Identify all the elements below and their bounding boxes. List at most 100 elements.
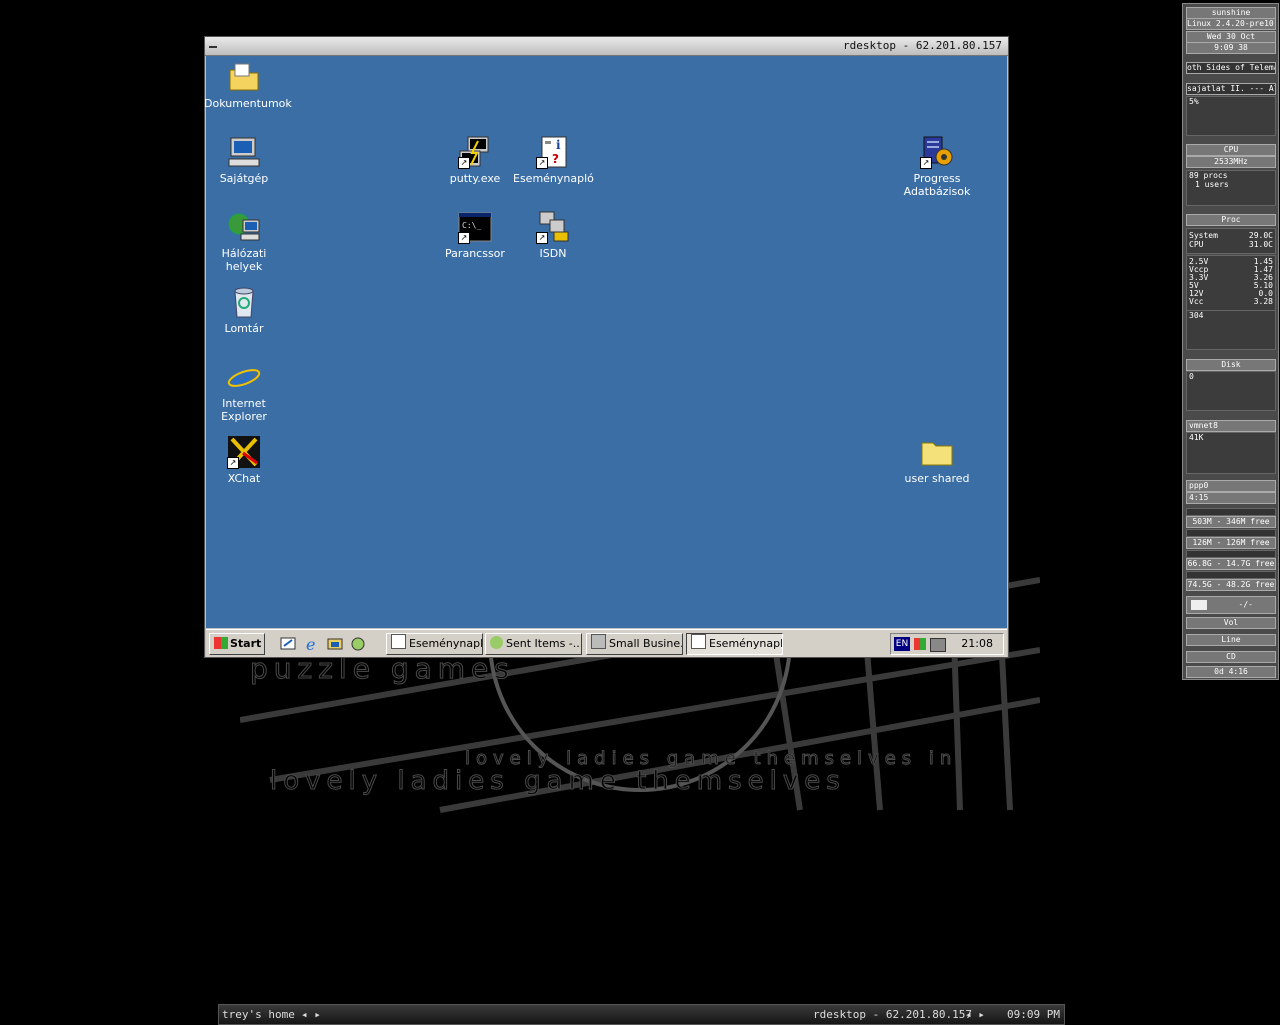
gk-vol[interactable]: Vol [1186, 617, 1276, 629]
workspace-name[interactable]: trey's home [222, 1008, 295, 1021]
gk-procs: 89 procs [1189, 171, 1228, 180]
xchat-icon: ↗ [227, 435, 261, 469]
icon-label: Internet Explorer [221, 397, 267, 423]
gk-fs1-bar [1186, 550, 1276, 558]
gk-line[interactable]: Line [1186, 634, 1276, 646]
rdesktop-window[interactable]: rdesktop - 62.201.80.157 Dokumentumok Sa… [204, 36, 1009, 658]
minimize-icon[interactable] [209, 46, 217, 48]
svg-text:?: ? [552, 152, 559, 166]
gk-volt-name: Vcc [1189, 297, 1204, 306]
desktop-icon-lomtar[interactable]: Lomtár [204, 285, 284, 335]
gk-mem2-bar [1186, 529, 1276, 537]
language-indicator[interactable]: EN [894, 637, 910, 651]
desktop-icon-sajatgep[interactable]: Sajátgép [204, 135, 284, 185]
gk-fs1: 66.8G - 14.7G free [1186, 558, 1276, 570]
gk-temp-val: 29.0C [1248, 231, 1273, 240]
gk-kernel: Linux 2.4.20-pre10-ac [1186, 18, 1276, 30]
gk-temps: System 29.0C CPU 31.0C [1186, 228, 1276, 254]
desktop-icon-progress-adatbazisok[interactable]: ↗ Progress Adatbázisok [897, 135, 977, 198]
gk-net2: ppp0 [1186, 480, 1276, 492]
remote-desktop[interactable]: Dokumentumok Sajátgép Hálózati helyek Lo… [204, 56, 1007, 628]
folder-icon [920, 435, 954, 469]
outlook-icon [490, 636, 503, 649]
workspace-arrows-icon[interactable]: ◂ ▸ [301, 1008, 321, 1021]
taskbar-task-small-business[interactable]: Small Busine... [586, 633, 683, 655]
isdn-icon: ↗ [536, 210, 570, 244]
desktop-icon-dokumentumok[interactable]: Dokumentumok [204, 60, 292, 110]
taskbar-task-esemenynaplo-1[interactable]: Eseménynapló [386, 633, 483, 655]
window-titlebar[interactable]: rdesktop - 62.201.80.157 [205, 37, 1008, 56]
shortcut-arrow-icon: ↗ [458, 232, 470, 244]
gk-disk-chart: 304 [1186, 310, 1276, 350]
gk-mail[interactable]: -/- [1186, 596, 1276, 614]
icon-label: Hálózati helyek [221, 247, 267, 273]
wallpaper-text-3: lovely ladies game themselves [270, 766, 846, 797]
small-business-quicklaunch-icon[interactable] [350, 636, 366, 652]
gk-net1: vmnet8 [1186, 420, 1276, 432]
taskbar-task-esemenynaplo-2[interactable]: Eseménynapló [686, 633, 783, 655]
icon-label: user shared [904, 472, 970, 485]
recycle-bin-icon [227, 285, 261, 319]
event-viewer-icon [391, 634, 406, 649]
network-places-icon [227, 210, 261, 244]
desktop-icon-isdn[interactable]: ↗ ISDN [513, 210, 593, 260]
documents-folder-icon [227, 60, 261, 94]
bottom-clock: 09:09 PM [1007, 1008, 1060, 1021]
window-arrows-icon[interactable]: ◂ ▸ [965, 1008, 985, 1021]
icon-label: Eseménynapló [513, 172, 594, 185]
gk-cpu-pct: 5% [1189, 97, 1199, 106]
gk-proc-label: Proc [1186, 214, 1276, 226]
gk-volt-val: 3.28 [1253, 297, 1273, 306]
icon-label: putty.exe [449, 172, 501, 185]
shortcut-arrow-icon: ↗ [458, 157, 470, 169]
gk-time: 9:09 38 [1186, 42, 1276, 54]
gk-mem1: 503M - 346M free [1186, 516, 1276, 528]
event-viewer-icon [691, 634, 706, 649]
connection-icon[interactable] [930, 638, 946, 652]
internet-explorer-quicklaunch-icon[interactable]: e [304, 635, 320, 654]
icon-label: Progress Adatbázisok [903, 172, 971, 198]
desktop-icon-user-shared[interactable]: user shared [897, 435, 977, 485]
svg-text:i: i [556, 138, 561, 152]
desktop-icon-esemenynaplo[interactable]: i? ↗ Eseménynapló [513, 135, 594, 185]
internet-explorer-icon: e [227, 360, 261, 396]
gk-disk-label: Disk [1186, 359, 1276, 371]
gkrellm-panel: sunshine Linux 2.4.20-pre10-ac Wed 30 Oc… [1182, 3, 1279, 680]
desktop-icon-halozati-helyek[interactable]: Hálózati helyek [204, 210, 284, 273]
gk-mail-count: -/- [1238, 600, 1253, 609]
outlook-quicklaunch-icon[interactable] [327, 636, 343, 652]
svg-text:e: e [233, 361, 251, 394]
gk-voltages: 2.5V 1.45 Vccp 1.47 3.3V 3.26 5V 5.10 12V 0.0… [1186, 255, 1276, 311]
network-status-icon[interactable] [914, 638, 926, 650]
progress-database-icon: ↗ [920, 135, 954, 169]
gk-uptime: 0d 4:16 [1186, 666, 1276, 678]
windows-logo-icon [214, 637, 228, 649]
desktop-icon-xchat[interactable]: ↗ XChat [204, 435, 284, 485]
icon-label: Sajátgép [219, 172, 269, 185]
gk-temp-name: CPU [1189, 240, 1204, 249]
gk-net-val: 41K [1189, 433, 1204, 442]
active-window-name[interactable]: rdesktop - 62.201.80.157 [813, 1008, 972, 1021]
windows-taskbar: Start e Eseménynapló Sent Items -... Sma… [206, 629, 1007, 657]
taskbar-task-sent-items[interactable]: Sent Items -... [485, 633, 582, 655]
putty-icon: ↗ [458, 135, 492, 169]
gk-uptime-small: 4:15 [1186, 492, 1276, 504]
start-button[interactable]: Start [209, 633, 265, 655]
shortcut-arrow-icon: ↗ [920, 157, 932, 169]
gk-disk-chart-2: 0 [1186, 371, 1276, 411]
gk-disk-zero: 0 [1189, 372, 1194, 381]
gk-cd[interactable]: CD [1186, 651, 1276, 663]
command-prompt-icon: C:\_ ↗ [458, 210, 492, 244]
gk-mem2: 126M - 126M free [1186, 537, 1276, 549]
gk-track2: sajatlat II. --- Allasajan [1186, 83, 1276, 95]
desktop-icon-putty[interactable]: ↗ putty.exe [435, 135, 515, 185]
icon-label: Lomtár [224, 322, 264, 335]
show-desktop-icon[interactable] [280, 636, 296, 652]
svg-text:C:\_: C:\_ [462, 221, 481, 230]
gk-track1: oth Sides of Telemarke [1186, 62, 1276, 74]
gk-fs2-bar [1186, 571, 1276, 579]
desktop-icon-internet-explorer[interactable]: e Internet Explorer [204, 360, 284, 423]
my-computer-icon [227, 135, 261, 169]
desktop-icon-parancssor[interactable]: C:\_ ↗ Parancssor [435, 210, 515, 260]
svg-text:e: e [306, 636, 315, 652]
